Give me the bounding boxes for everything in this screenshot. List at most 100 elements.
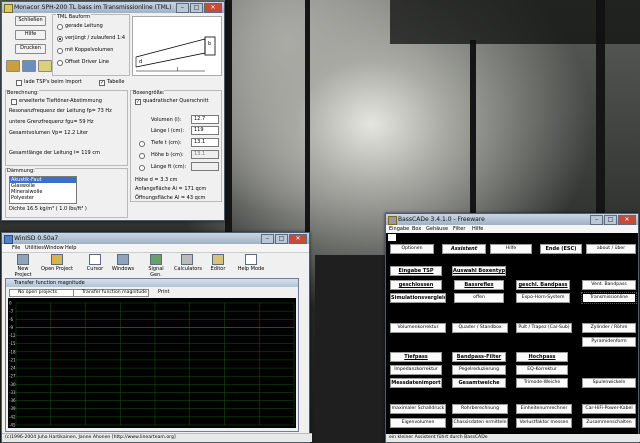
- table-checkbox[interactable]: ✓: [99, 80, 105, 86]
- list-item[interactable]: Polyester: [10, 195, 76, 201]
- highpass-button[interactable]: Hochpass: [516, 352, 568, 362]
- menu-window[interactable]: Window: [44, 245, 64, 251]
- help-button[interactable]: Hilfe: [490, 244, 532, 254]
- menu-eingabe[interactable]: Eingabe: [389, 226, 409, 232]
- depth-input[interactable]: 13.1: [191, 138, 219, 147]
- length-ft-input[interactable]: [191, 162, 219, 171]
- level-reduction-button[interactable]: Pegelreduzierung: [452, 365, 506, 375]
- graph-select[interactable]: Transfer function magnitude: [73, 289, 149, 297]
- close-button[interactable]: Schließen: [15, 16, 46, 26]
- length-ft-radio[interactable]: [139, 165, 145, 171]
- closed-box-button[interactable]: geschlossen: [390, 280, 442, 290]
- minimize-icon[interactable]: –: [590, 215, 603, 225]
- bandpass-filter-button[interactable]: Bandpass-Filter: [452, 352, 506, 362]
- depth-radio[interactable]: [139, 141, 145, 147]
- select-box-button[interactable]: Auswahl Boxentyp: [452, 266, 506, 276]
- trimode-crossover-button[interactable]: Trimode-Weiche: [516, 378, 568, 388]
- eigenvolume-button[interactable]: Eigenvolumen: [390, 418, 446, 428]
- folder-icon[interactable]: [6, 60, 20, 72]
- editor-button[interactable]: Editor: [205, 253, 231, 275]
- max-spl-button[interactable]: maximaler Schalldruck: [390, 404, 446, 414]
- height-input[interactable]: 13.1: [191, 150, 219, 159]
- unit-converter-button[interactable]: Einheitenumrechner: [516, 404, 572, 414]
- foliage: [390, 0, 640, 44]
- windows-button[interactable]: Windows: [110, 253, 136, 275]
- simulation-compare-button[interactable]: Simulationsvergleich: [390, 293, 446, 303]
- loss-factor-button[interactable]: Verlustfaktor messen: [516, 418, 572, 428]
- basscade-titlebar[interactable]: BassCADe 3.4.1.0 - Freeware – □ ✕: [386, 214, 638, 225]
- menu-filter[interactable]: Filter: [453, 226, 465, 232]
- pipe-calc-button[interactable]: Rohrberechnung: [452, 404, 508, 414]
- eq-correction-button[interactable]: EQ-Korrektur: [516, 365, 568, 375]
- bassreflex-button[interactable]: Bassreflex: [454, 280, 504, 290]
- input-tsp-button[interactable]: Eingabe TSP: [390, 266, 442, 276]
- help-mode-button[interactable]: Help Mode: [236, 253, 266, 275]
- total-crossover-button[interactable]: Gesamtweiche: [452, 378, 506, 388]
- extended-tuning-checkbox[interactable]: [11, 99, 17, 105]
- height-radio[interactable]: [139, 153, 145, 159]
- cylinder-button[interactable]: Zylinder / Röhre: [582, 323, 636, 333]
- calculators-button[interactable]: Calculators: [174, 253, 202, 275]
- projects-select[interactable]: No open projects: [9, 289, 75, 297]
- menu-box[interactable]: Box: [412, 226, 421, 232]
- close-icon[interactable]: ✕: [618, 215, 636, 225]
- transmissionline-button[interactable]: Transmissionline: [581, 292, 637, 304]
- signal-gen-button[interactable]: Signal Gen.: [143, 253, 169, 278]
- winisd-titlebar[interactable]: WinISD 0.50a7 – □ ✕: [2, 233, 309, 244]
- square-section-checkbox[interactable]: ✓: [135, 99, 141, 105]
- end-button[interactable]: Ende (ESC): [540, 244, 582, 254]
- minimize-icon[interactable]: –: [176, 3, 189, 13]
- expo-horn-button[interactable]: Expo-Horn-System: [516, 293, 570, 303]
- small-panel-icon[interactable]: [388, 234, 396, 241]
- subwindow-titlebar[interactable]: Transfer function magnitude: [6, 279, 298, 287]
- coil-winding-button[interactable]: Spulenwickeln: [582, 378, 636, 388]
- image-icon[interactable]: [38, 60, 52, 72]
- assistant-button[interactable]: Assistent: [442, 244, 486, 254]
- volume-correction-button[interactable]: Volumenkorrektur: [390, 323, 446, 333]
- vent-bandpass-button[interactable]: Vent. Bandpass: [582, 280, 636, 290]
- y-tick-label: -21: [9, 357, 16, 362]
- length-input[interactable]: 119: [191, 126, 219, 135]
- open-box-button[interactable]: offen: [454, 293, 504, 303]
- print-button[interactable]: Drucken: [15, 44, 46, 54]
- closed-bandpass-button[interactable]: geschl. Bandpass: [516, 280, 570, 290]
- close-icon[interactable]: ✕: [204, 3, 222, 13]
- impedance-correction-button[interactable]: Impedanzkorrektur: [390, 365, 442, 375]
- minimize-icon[interactable]: –: [261, 234, 274, 244]
- chassis-data-button[interactable]: Chassisdaten ermitteln: [452, 418, 508, 428]
- menu-file[interactable]: File: [12, 245, 20, 251]
- radio-straight-line[interactable]: [57, 24, 63, 30]
- maximize-icon[interactable]: □: [604, 215, 617, 225]
- new-project-button[interactable]: New Project: [10, 253, 36, 278]
- group-label: Berechnung:: [7, 90, 39, 96]
- menu-hilfe[interactable]: Hilfe: [472, 226, 483, 232]
- save-icon[interactable]: [22, 60, 36, 72]
- damping-listbox[interactable]: Akustik-Faut Glaswolle Mineralwolle Poly…: [9, 176, 77, 204]
- monacor-titlebar[interactable]: Monacor SPH-200 TL bass im Transmissionl…: [2, 2, 224, 13]
- cursor-button[interactable]: Cursor: [82, 253, 108, 275]
- maximize-icon[interactable]: □: [275, 234, 288, 244]
- open-project-button[interactable]: Open Project: [40, 253, 74, 275]
- print-button[interactable]: Print: [150, 289, 188, 295]
- car-hifi-cable-button[interactable]: Car-HiFi-Power-Kabel: [582, 404, 636, 414]
- desk-trapezoid-button[interactable]: Pult / Trapez (Car-Sub): [516, 323, 572, 333]
- quader-button[interactable]: Quader / Standbox: [452, 323, 508, 333]
- lowpass-button[interactable]: Tiefpass: [390, 352, 442, 362]
- menu-help[interactable]: Help: [65, 245, 76, 251]
- close-icon[interactable]: ✕: [289, 234, 307, 244]
- radio-offset-driver[interactable]: [57, 60, 63, 66]
- options-button[interactable]: Optionen: [390, 244, 434, 254]
- menu-gehaeuse[interactable]: Gehäuse: [426, 226, 448, 232]
- pyramid-button[interactable]: Pyramidenform: [582, 337, 636, 347]
- radio-coupling-volume[interactable]: [57, 48, 63, 54]
- help-button[interactable]: Hilfe: [15, 30, 46, 40]
- about-button[interactable]: about / über: [586, 244, 636, 254]
- radio-tapered-line[interactable]: [57, 36, 63, 42]
- volume-input[interactable]: 12.7: [191, 115, 219, 124]
- measure-import-button[interactable]: Messdatenimport: [390, 378, 442, 388]
- connection-button[interactable]: Zusammenschalten: [582, 418, 636, 428]
- graph-area[interactable]: 0 -3 -6 -9 -12 -15 -18 -21 -24 -27 -30 -33 -36 -39 -42…: [8, 298, 296, 428]
- menu-utilities[interactable]: Utilities: [25, 245, 44, 251]
- tsp-import-checkbox[interactable]: [16, 80, 22, 86]
- maximize-icon[interactable]: □: [190, 3, 203, 13]
